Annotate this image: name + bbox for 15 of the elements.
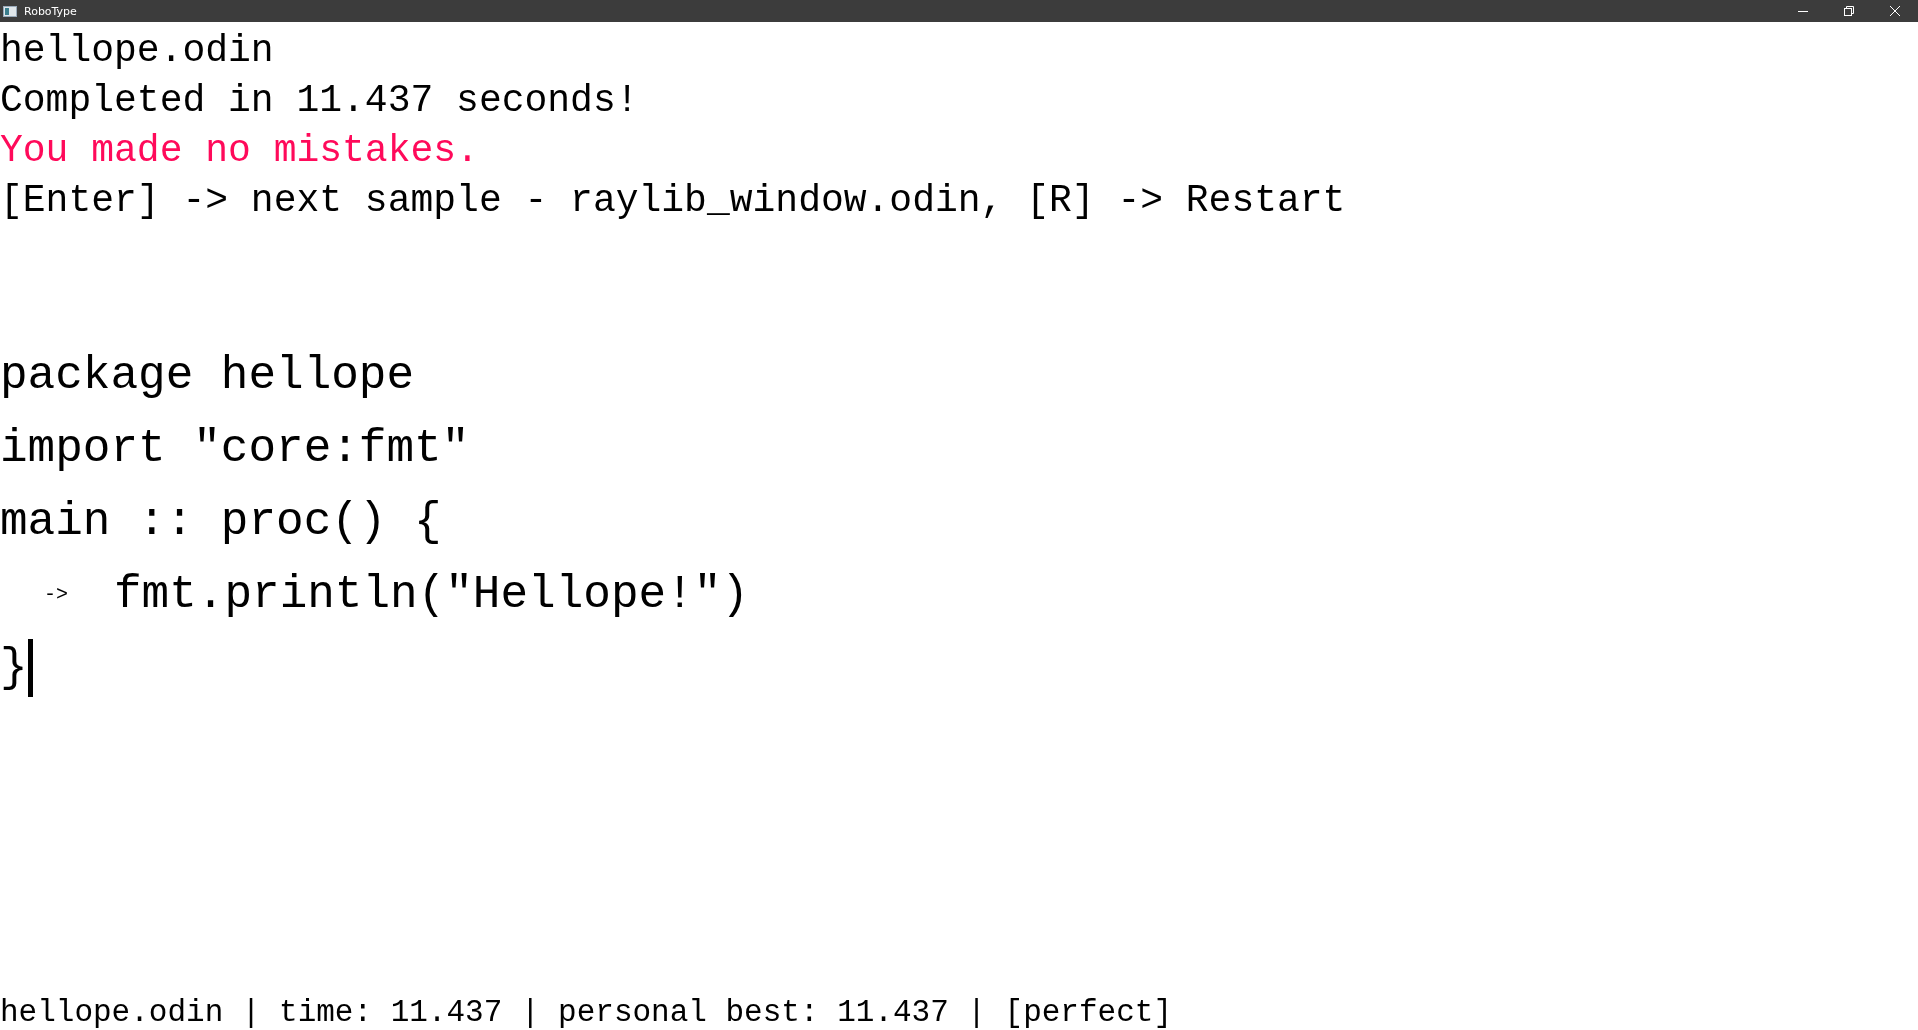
code-line: fmt.println("Hellope!")	[114, 567, 749, 623]
restore-icon	[1844, 6, 1854, 16]
code-line: }	[0, 640, 28, 696]
code-line: import "core:fmt"	[0, 421, 470, 477]
app-icon	[3, 5, 17, 17]
window-title: RoboType	[24, 4, 77, 18]
tab-marker: ->	[44, 583, 68, 606]
info-line: Completed in 11.437 seconds!	[0, 78, 640, 124]
info-line: [Enter] -> next sample - raylib_window.odin, [R] -> Restart	[0, 178, 1347, 224]
result-message: You made no mistakes.	[0, 128, 480, 174]
code-line: main :: proc() {	[0, 494, 442, 550]
status-text: hellope.odin | time: 11.437 | personal best: 11.437 | [perfect]	[0, 996, 1173, 1030]
close-icon	[1890, 6, 1900, 16]
info-line: hellope.odin	[0, 28, 275, 74]
code-line: package hellope	[0, 348, 415, 404]
